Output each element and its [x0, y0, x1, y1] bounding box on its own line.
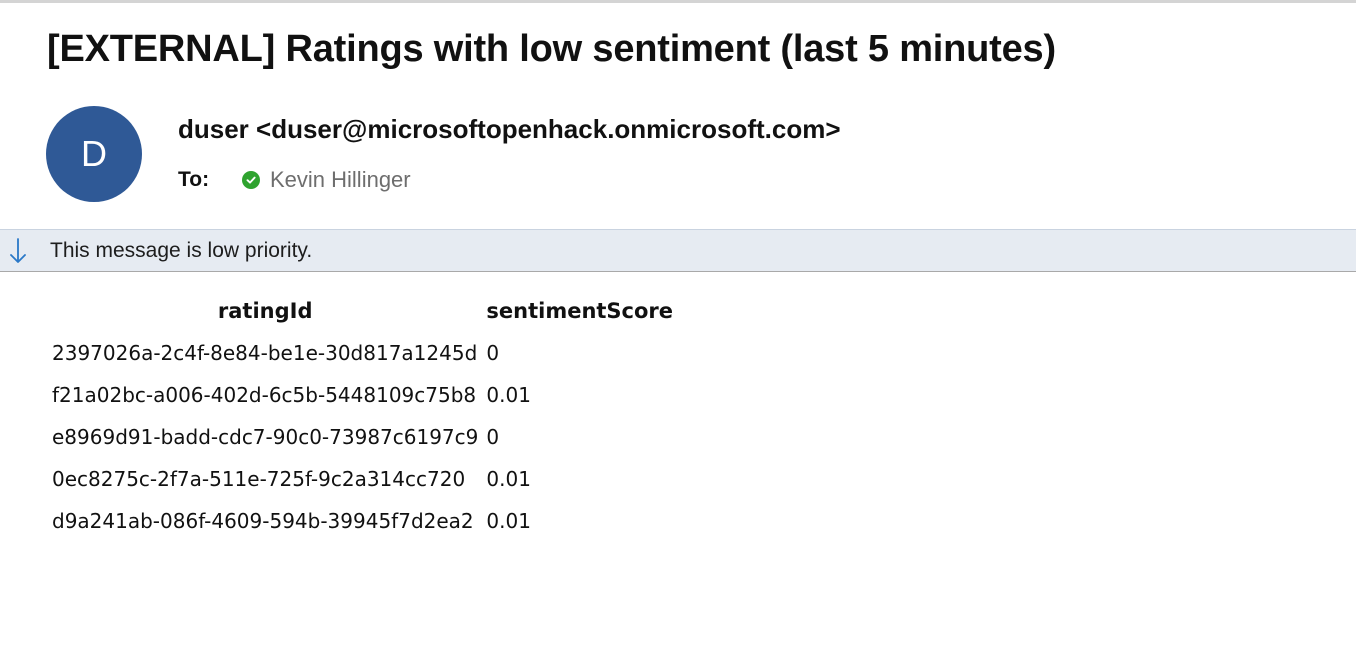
table-row: f21a02bc-a006-402d-6c5b-5448109c75b8 0.0… — [48, 374, 677, 416]
sentiment-score-cell: 0.01 — [486, 467, 531, 491]
rating-id-cell: e8969d91-badd-cdc7-90c0-73987c6197c9 — [52, 425, 479, 449]
check-circle-icon — [242, 171, 260, 189]
sentiment-score-cell: 0.01 — [486, 383, 531, 407]
rating-id-cell: f21a02bc-a006-402d-6c5b-5448109c75b8 — [52, 383, 477, 407]
table-row: 2397026a-2c4f-8e84-be1e-30d817a1245d 0 — [48, 332, 677, 374]
header-ratingId: ratingId — [217, 299, 313, 323]
email-subject: [EXTERNAL] Ratings with low sentiment (l… — [47, 28, 1056, 70]
arrow-down-icon — [0, 230, 36, 271]
table-row: 0ec8275c-2f7a-511e-725f-9c2a314cc720 0.0… — [48, 458, 677, 500]
rating-id-cell: 0ec8275c-2f7a-511e-725f-9c2a314cc720 — [52, 467, 466, 491]
avatar-initial: D — [81, 133, 107, 174]
sentiment-score-cell: 0 — [486, 425, 500, 449]
low-priority-banner: This message is low priority. — [0, 229, 1356, 272]
sender-avatar[interactable]: D — [46, 106, 142, 202]
header-sentimentScore: sentimentScore — [486, 299, 674, 323]
rating-id-cell: d9a241ab-086f-4609-594b-39945f7d2ea2 — [52, 509, 474, 533]
rating-id-cell: 2397026a-2c4f-8e84-be1e-30d817a1245d — [52, 341, 478, 365]
recipients-row: To: Kevin Hillinger — [178, 166, 411, 194]
sentiment-score-cell: 0.01 — [486, 509, 531, 533]
priority-message: This message is low priority. — [50, 238, 313, 262]
ratings-table: ratingId sentimentScore 2397026a-2c4f-8e… — [48, 290, 677, 542]
table-row: e8969d91-badd-cdc7-90c0-73987c6197c9 0 — [48, 416, 677, 458]
top-divider — [0, 0, 1356, 3]
to-label: To: — [178, 168, 210, 191]
table-row: d9a241ab-086f-4609-594b-39945f7d2ea2 0.0… — [48, 500, 677, 542]
sender-name[interactable]: duser <duser@microsoftopenhack.onmicroso… — [178, 114, 841, 145]
sentiment-score-cell: 0 — [486, 341, 500, 365]
recipient-name[interactable]: Kevin Hillinger — [270, 167, 411, 193]
table-header-row: ratingId sentimentScore — [48, 290, 677, 332]
